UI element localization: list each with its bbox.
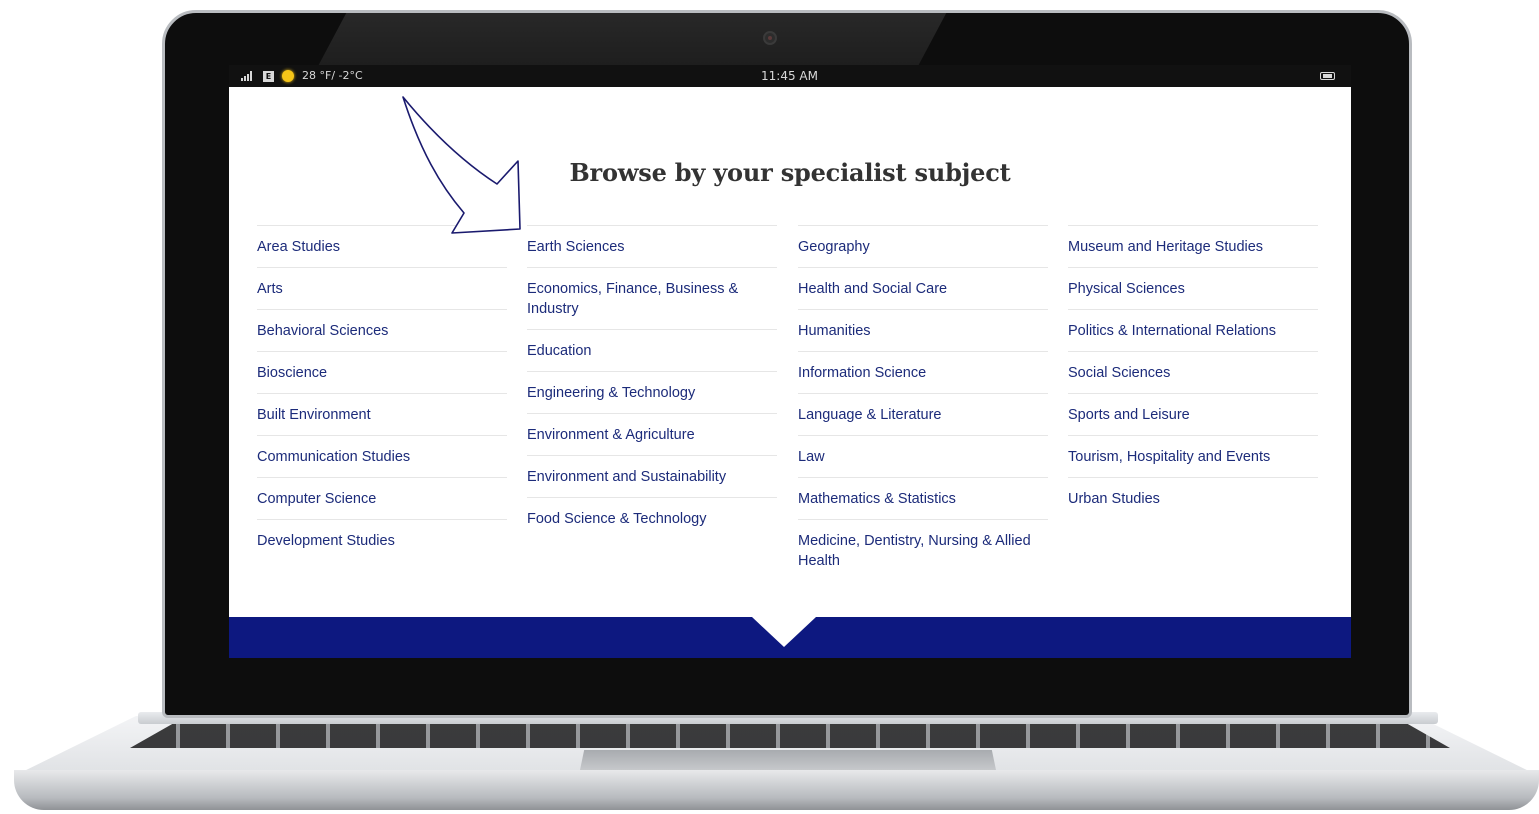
subject-link-food-science[interactable]: Food Science & Technology <box>527 498 777 539</box>
subject-link-bioscience[interactable]: Bioscience <box>257 352 507 394</box>
subject-link-arts[interactable]: Arts <box>257 268 507 310</box>
temperature-readout: 28 °F/ -2°C <box>302 69 363 82</box>
laptop-trackpad <box>580 750 996 770</box>
subject-link-medicine-dentistry[interactable]: Medicine, Dentistry, Nursing & Allied He… <box>798 520 1048 581</box>
subject-column-1: Area Studies Arts Behavioral Sciences Bi… <box>257 225 507 561</box>
subject-link-law[interactable]: Law <box>798 436 1048 478</box>
subject-link-museum-heritage[interactable]: Museum and Heritage Studies <box>1068 226 1318 268</box>
subject-link-health-social-care[interactable]: Health and Social Care <box>798 268 1048 310</box>
subject-link-area-studies[interactable]: Area Studies <box>257 226 507 268</box>
subject-link-tourism-hospitality[interactable]: Tourism, Hospitality and Events <box>1068 436 1318 478</box>
subject-column-4: Museum and Heritage Studies Physical Sci… <box>1068 225 1318 519</box>
subject-link-built-environment[interactable]: Built Environment <box>257 394 507 436</box>
subject-link-physical-sciences[interactable]: Physical Sciences <box>1068 268 1318 310</box>
subject-link-geography[interactable]: Geography <box>798 226 1048 268</box>
laptop-mockup: E 28 °F/ -2°C 11:45 AM Browse by your sp… <box>0 0 1539 814</box>
clock-time: 11:45 AM <box>761 69 818 83</box>
subject-link-sports-leisure[interactable]: Sports and Leisure <box>1068 394 1318 436</box>
subject-link-mathematics-statistics[interactable]: Mathematics & Statistics <box>798 478 1048 520</box>
subject-grid: Area Studies Arts Behavioral Sciences Bi… <box>257 225 1319 569</box>
signal-bars-icon <box>241 71 255 81</box>
laptop-screen: E 28 °F/ -2°C 11:45 AM Browse by your sp… <box>229 65 1351 658</box>
status-bar: E 28 °F/ -2°C 11:45 AM <box>229 65 1351 87</box>
battery-icon <box>1320 72 1335 80</box>
subject-column-2: Earth Sciences Economics, Finance, Busin… <box>527 225 777 539</box>
subject-link-development-studies[interactable]: Development Studies <box>257 520 507 561</box>
subject-link-earth-sciences[interactable]: Earth Sciences <box>527 226 777 268</box>
subject-link-politics-international[interactable]: Politics & International Relations <box>1068 310 1318 352</box>
subject-link-computer-science[interactable]: Computer Science <box>257 478 507 520</box>
page-title: Browse by your specialist subject <box>569 158 1011 187</box>
subject-link-information-science[interactable]: Information Science <box>798 352 1048 394</box>
subject-link-engineering-technology[interactable]: Engineering & Technology <box>527 372 777 414</box>
subject-link-education[interactable]: Education <box>527 330 777 372</box>
subject-column-3: Geography Health and Social Care Humanit… <box>798 225 1048 581</box>
subject-link-environment-agriculture[interactable]: Environment & Agriculture <box>527 414 777 456</box>
e-badge-icon: E <box>263 70 274 82</box>
subject-link-social-sciences[interactable]: Social Sciences <box>1068 352 1318 394</box>
status-bar-left: E 28 °F/ -2°C <box>241 65 363 87</box>
footer-notch-triangle <box>752 617 816 647</box>
laptop-base-front <box>14 770 1539 810</box>
subject-link-humanities[interactable]: Humanities <box>798 310 1048 352</box>
subject-link-language-literature[interactable]: Language & Literature <box>798 394 1048 436</box>
webcam-icon <box>763 31 777 45</box>
subject-link-economics-finance[interactable]: Economics, Finance, Business & Industry <box>527 268 777 330</box>
subject-link-urban-studies[interactable]: Urban Studies <box>1068 478 1318 519</box>
subject-link-environment-sustainability[interactable]: Environment and Sustainability <box>527 456 777 498</box>
subject-link-communication-studies[interactable]: Communication Studies <box>257 436 507 478</box>
sun-icon <box>282 70 294 82</box>
subject-link-behavioral-sciences[interactable]: Behavioral Sciences <box>257 310 507 352</box>
